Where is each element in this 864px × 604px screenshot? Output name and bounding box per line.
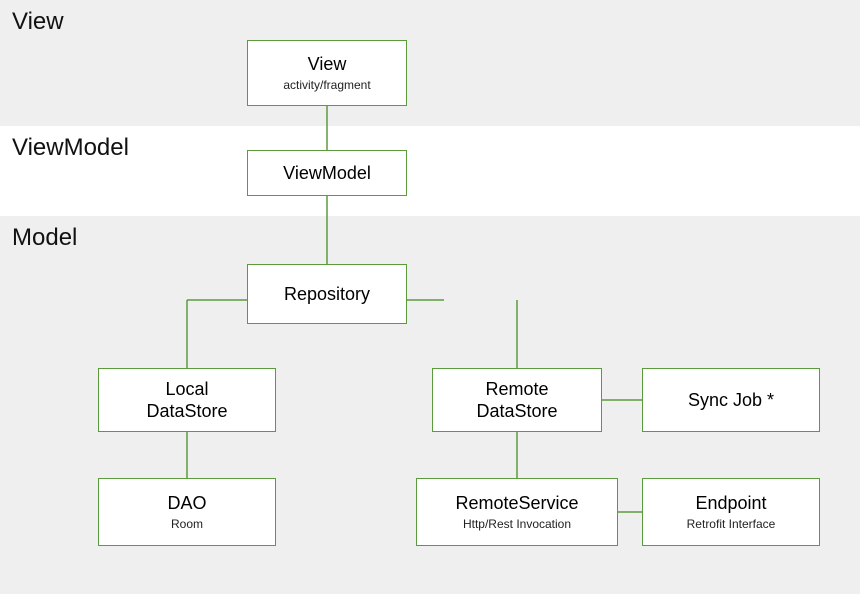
box-dao: DAO Room [98, 478, 276, 546]
box-view: View activity/fragment [247, 40, 407, 106]
box-dao-sub: Room [171, 517, 203, 532]
layer-model-label: Model [12, 224, 77, 252]
layer-view-label: View [12, 8, 64, 36]
box-endpoint: Endpoint Retrofit Interface [642, 478, 820, 546]
box-view-title: View [308, 53, 347, 76]
box-sync-job-title: Sync Job * [688, 389, 774, 412]
box-remote-service-sub: Http/Rest Invocation [463, 517, 571, 532]
box-remote-service: RemoteService Http/Rest Invocation [416, 478, 618, 546]
layer-viewmodel: ViewModel [0, 126, 860, 216]
box-remote-datastore: RemoteDataStore [432, 368, 602, 432]
box-repository-title: Repository [284, 283, 370, 306]
box-repository: Repository [247, 264, 407, 324]
box-view-sub: activity/fragment [283, 78, 370, 93]
box-local-datastore: LocalDataStore [98, 368, 276, 432]
box-sync-job: Sync Job * [642, 368, 820, 432]
box-endpoint-sub: Retrofit Interface [687, 517, 776, 532]
box-viewmodel: ViewModel [247, 150, 407, 196]
box-viewmodel-title: ViewModel [283, 162, 371, 185]
box-local-datastore-title: LocalDataStore [146, 378, 227, 423]
layer-viewmodel-label: ViewModel [12, 134, 129, 162]
box-remote-datastore-title: RemoteDataStore [476, 378, 557, 423]
box-remote-service-title: RemoteService [455, 492, 578, 515]
box-dao-title: DAO [167, 492, 206, 515]
box-endpoint-title: Endpoint [695, 492, 766, 515]
layer-view: View [0, 0, 860, 126]
